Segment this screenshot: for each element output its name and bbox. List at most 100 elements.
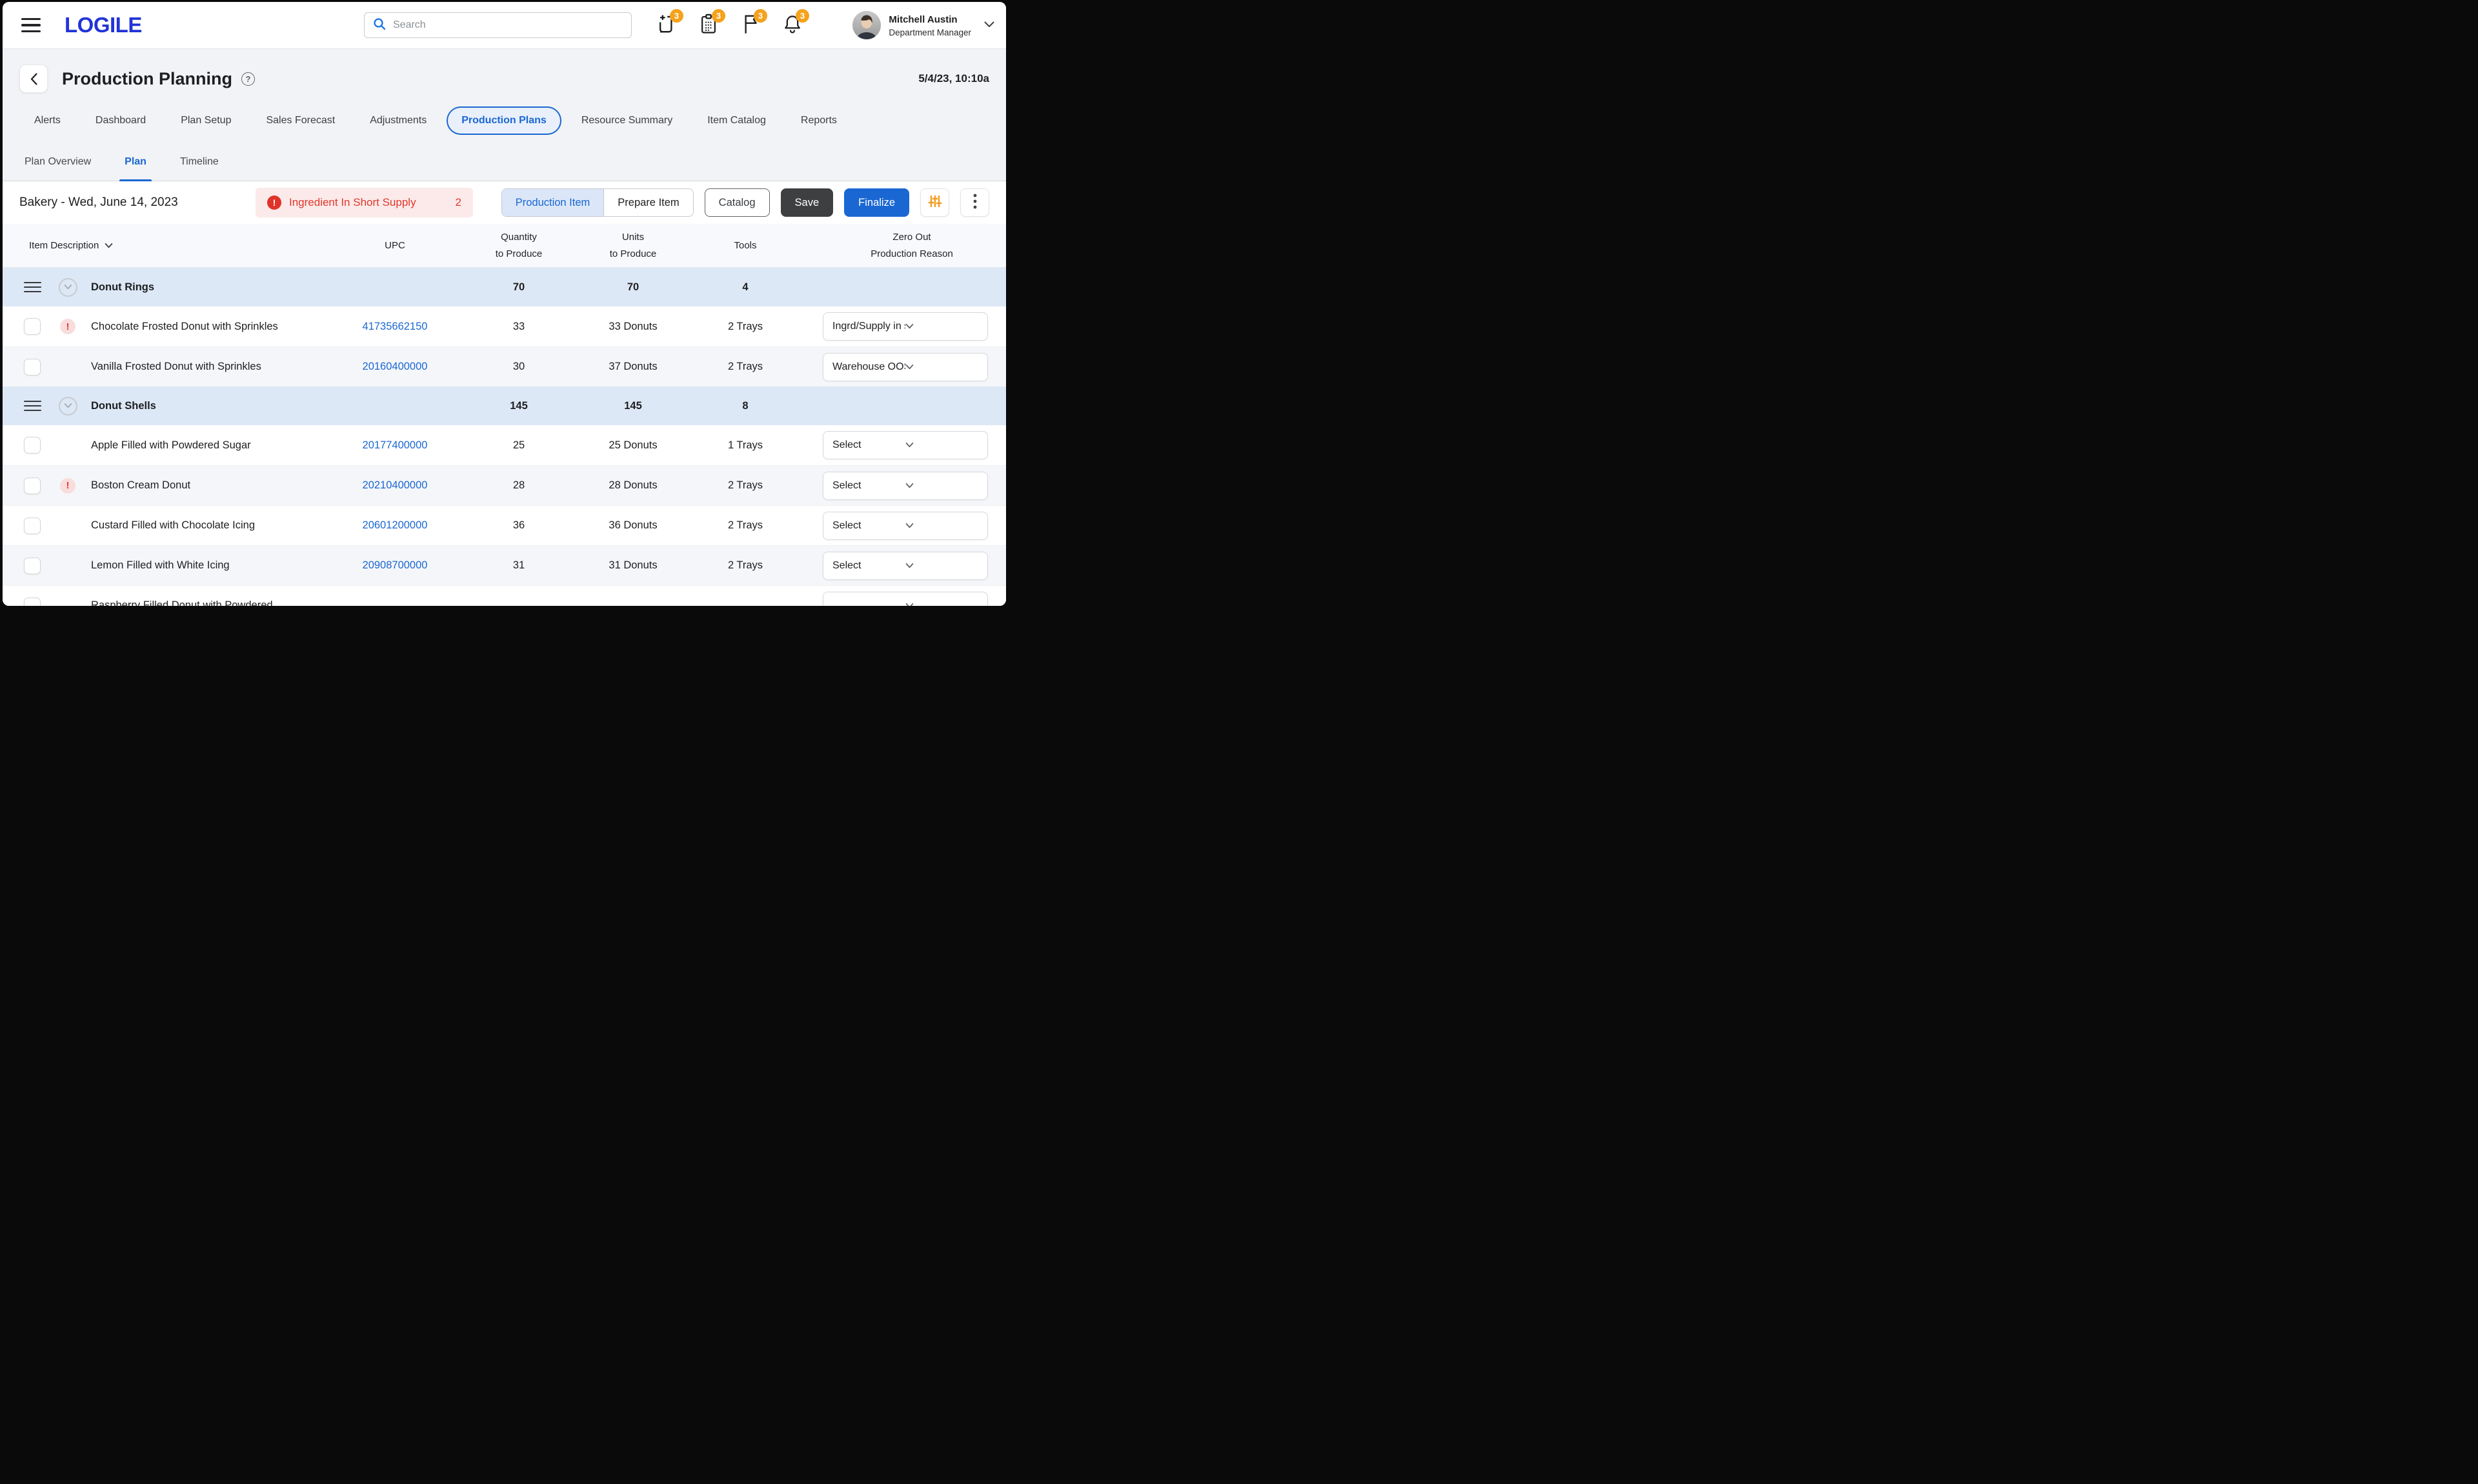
upc-link[interactable]: 20177400000 — [337, 439, 453, 452]
tab-reports[interactable]: Reports — [786, 106, 852, 135]
upc-link[interactable]: 20210400000 — [337, 479, 453, 492]
row-checkbox[interactable] — [24, 477, 41, 494]
zero-out-reason-select[interactable]: Select — [823, 511, 988, 540]
upc-link[interactable]: 41735662150 — [337, 321, 453, 333]
finalize-button[interactable]: Finalize — [844, 188, 909, 217]
collapse-chevron-icon[interactable] — [58, 396, 77, 416]
row-checkbox[interactable] — [24, 318, 41, 335]
screenshot-frame: LOGILE 3 3 3 3 Mitchell Austin Departmen… — [0, 0, 1012, 606]
top-bar: LOGILE 3 3 3 3 Mitchell Austin Departmen… — [3, 2, 1006, 48]
sub-tabs: Plan Overview Plan Timeline — [3, 141, 1006, 181]
chevron-down-icon[interactable] — [984, 19, 994, 31]
alert-icon: ! — [60, 477, 76, 494]
chevron-down-icon — [905, 600, 978, 606]
search-input[interactable] — [393, 19, 623, 31]
checklist-button[interactable]: 3 — [696, 9, 725, 37]
zero-out-reason-select[interactable]: Select — [823, 471, 988, 500]
drag-handle-icon[interactable] — [24, 281, 41, 293]
segment-prepare-item[interactable]: Prepare Item — [604, 189, 693, 216]
page-title: Production Planning — [62, 68, 232, 88]
units-to-produce: 31 Donuts — [609, 559, 658, 571]
user-role: Department Manager — [889, 27, 971, 37]
row-checkbox[interactable] — [24, 437, 41, 454]
column-settings-button[interactable] — [920, 188, 949, 217]
bell-button[interactable]: 3 — [780, 9, 809, 37]
zero-out-reason-select[interactable]: Select — [823, 551, 988, 580]
group-tools: 8 — [742, 399, 749, 412]
tab-adjustments[interactable]: Adjustments — [355, 106, 441, 135]
user-info: Mitchell Austin Department Manager — [889, 13, 971, 37]
group-units: 145 — [624, 399, 642, 412]
row-checkbox[interactable] — [24, 358, 41, 376]
app-window: LOGILE 3 3 3 3 Mitchell Austin Departmen… — [3, 2, 1006, 606]
group-tools: 4 — [742, 281, 749, 293]
flag-button[interactable]: 3 — [738, 9, 767, 37]
units-to-produce: 37 Donuts — [609, 361, 658, 372]
tab-sales-forecast[interactable]: Sales Forecast — [251, 106, 350, 135]
collapse-chevron-icon[interactable] — [58, 277, 77, 297]
package-add-button[interactable]: 3 — [654, 9, 683, 37]
zero-out-reason-value: Select — [832, 479, 861, 491]
page-datetime: 5/4/23, 10:10a — [918, 72, 989, 85]
units-to-produce: 28 Donuts — [609, 479, 658, 491]
catalog-button[interactable]: Catalog — [704, 188, 770, 217]
save-button[interactable]: Save — [780, 188, 834, 217]
ingredient-alert-chip[interactable]: ! Ingredient In Short Supply 2 — [256, 188, 473, 217]
subtab-plan[interactable]: Plan — [119, 156, 152, 181]
item-name: Lemon Filled with White Icing — [91, 559, 230, 571]
quantity-to-produce: 28 — [512, 479, 525, 491]
tab-resource-summary[interactable]: Resource Summary — [567, 106, 687, 135]
subtab-plan-overview[interactable]: Plan Overview — [22, 156, 94, 181]
more-options-button[interactable] — [960, 188, 989, 217]
tab-alerts[interactable]: Alerts — [19, 106, 76, 135]
tab-dashboard[interactable]: Dashboard — [81, 106, 161, 135]
upc-link[interactable]: 20160400000 — [337, 361, 453, 373]
row-checkbox[interactable] — [24, 517, 41, 534]
kebab-menu-icon — [973, 194, 977, 212]
row-checkbox[interactable] — [24, 557, 41, 574]
help-icon[interactable]: ? — [241, 72, 255, 86]
alert-exclamation-icon: ! — [267, 196, 281, 210]
upc-link[interactable]: 20601200000 — [337, 519, 453, 532]
zero-out-reason-select[interactable]: Ingrd/Supply in short... — [823, 312, 988, 341]
quantity-to-produce: 36 — [512, 519, 525, 531]
logo[interactable]: LOGILE — [65, 13, 142, 37]
quantity-to-produce: 30 — [512, 361, 525, 372]
group-name: Donut Shells — [91, 399, 156, 412]
tools: 2 Trays — [727, 559, 763, 571]
search-icon — [372, 17, 387, 34]
subtab-timeline[interactable]: Timeline — [177, 156, 221, 181]
column-header-zero-out-production-reason: Zero Out Production Reason — [871, 232, 953, 259]
chevron-down-icon — [905, 560, 978, 572]
tab-plan-setup[interactable]: Plan Setup — [166, 106, 246, 135]
item-name: Boston Cream Donut — [91, 479, 191, 491]
search-box — [364, 12, 632, 38]
back-button[interactable] — [19, 65, 48, 93]
header-icon-group: 3 3 3 3 — [654, 9, 809, 37]
zero-out-reason-select[interactable] — [823, 591, 988, 606]
row-checkbox[interactable] — [24, 597, 41, 606]
tab-production-plans[interactable]: Production Plans — [447, 106, 561, 135]
item-row-apple-filled-with-powdered-sugar: Apple Filled with Powdered Sugar 2017740… — [3, 425, 1006, 465]
column-header-item-description[interactable]: Item Description — [3, 237, 337, 254]
plan-context-label: Bakery - Wed, June 14, 2023 — [19, 196, 178, 209]
zero-out-reason-select[interactable]: Warehouse OOS — [823, 352, 988, 381]
upc-link[interactable]: 20908700000 — [337, 559, 453, 572]
zero-out-reason-value: Select — [832, 439, 861, 450]
item-name: Raspberry Filled Donut with Powdered — [91, 599, 273, 606]
item-row-raspberry-filled-donut-with-powdered: Raspberry Filled Donut with Powdered — [3, 585, 1006, 606]
group-row-donut-rings: Donut Rings 70 70 4 — [3, 268, 1006, 306]
user-name: Mitchell Austin — [889, 14, 958, 26]
toolbar: Bakery - Wed, June 14, 2023 ! Ingredient… — [3, 181, 1006, 224]
toolbar-actions: Production Item Prepare Item Catalog Save… — [501, 188, 989, 217]
segment-production-item[interactable]: Production Item — [501, 189, 605, 216]
drag-handle-icon[interactable] — [24, 400, 41, 412]
zero-out-reason-select[interactable]: Select — [823, 431, 988, 459]
hamburger-menu-icon[interactable] — [19, 12, 49, 38]
item-name: Apple Filled with Powdered Sugar — [91, 439, 251, 451]
column-header-units-to-produce: Units to Produce — [609, 232, 657, 259]
user-menu[interactable]: Mitchell Austin Department Manager — [852, 11, 994, 39]
tab-item-catalog[interactable]: Item Catalog — [692, 106, 781, 135]
item-name: Vanilla Frosted Donut with Sprinkles — [91, 361, 261, 372]
page-header: Production Planning ? 5/4/23, 10:10a — [3, 48, 1006, 100]
